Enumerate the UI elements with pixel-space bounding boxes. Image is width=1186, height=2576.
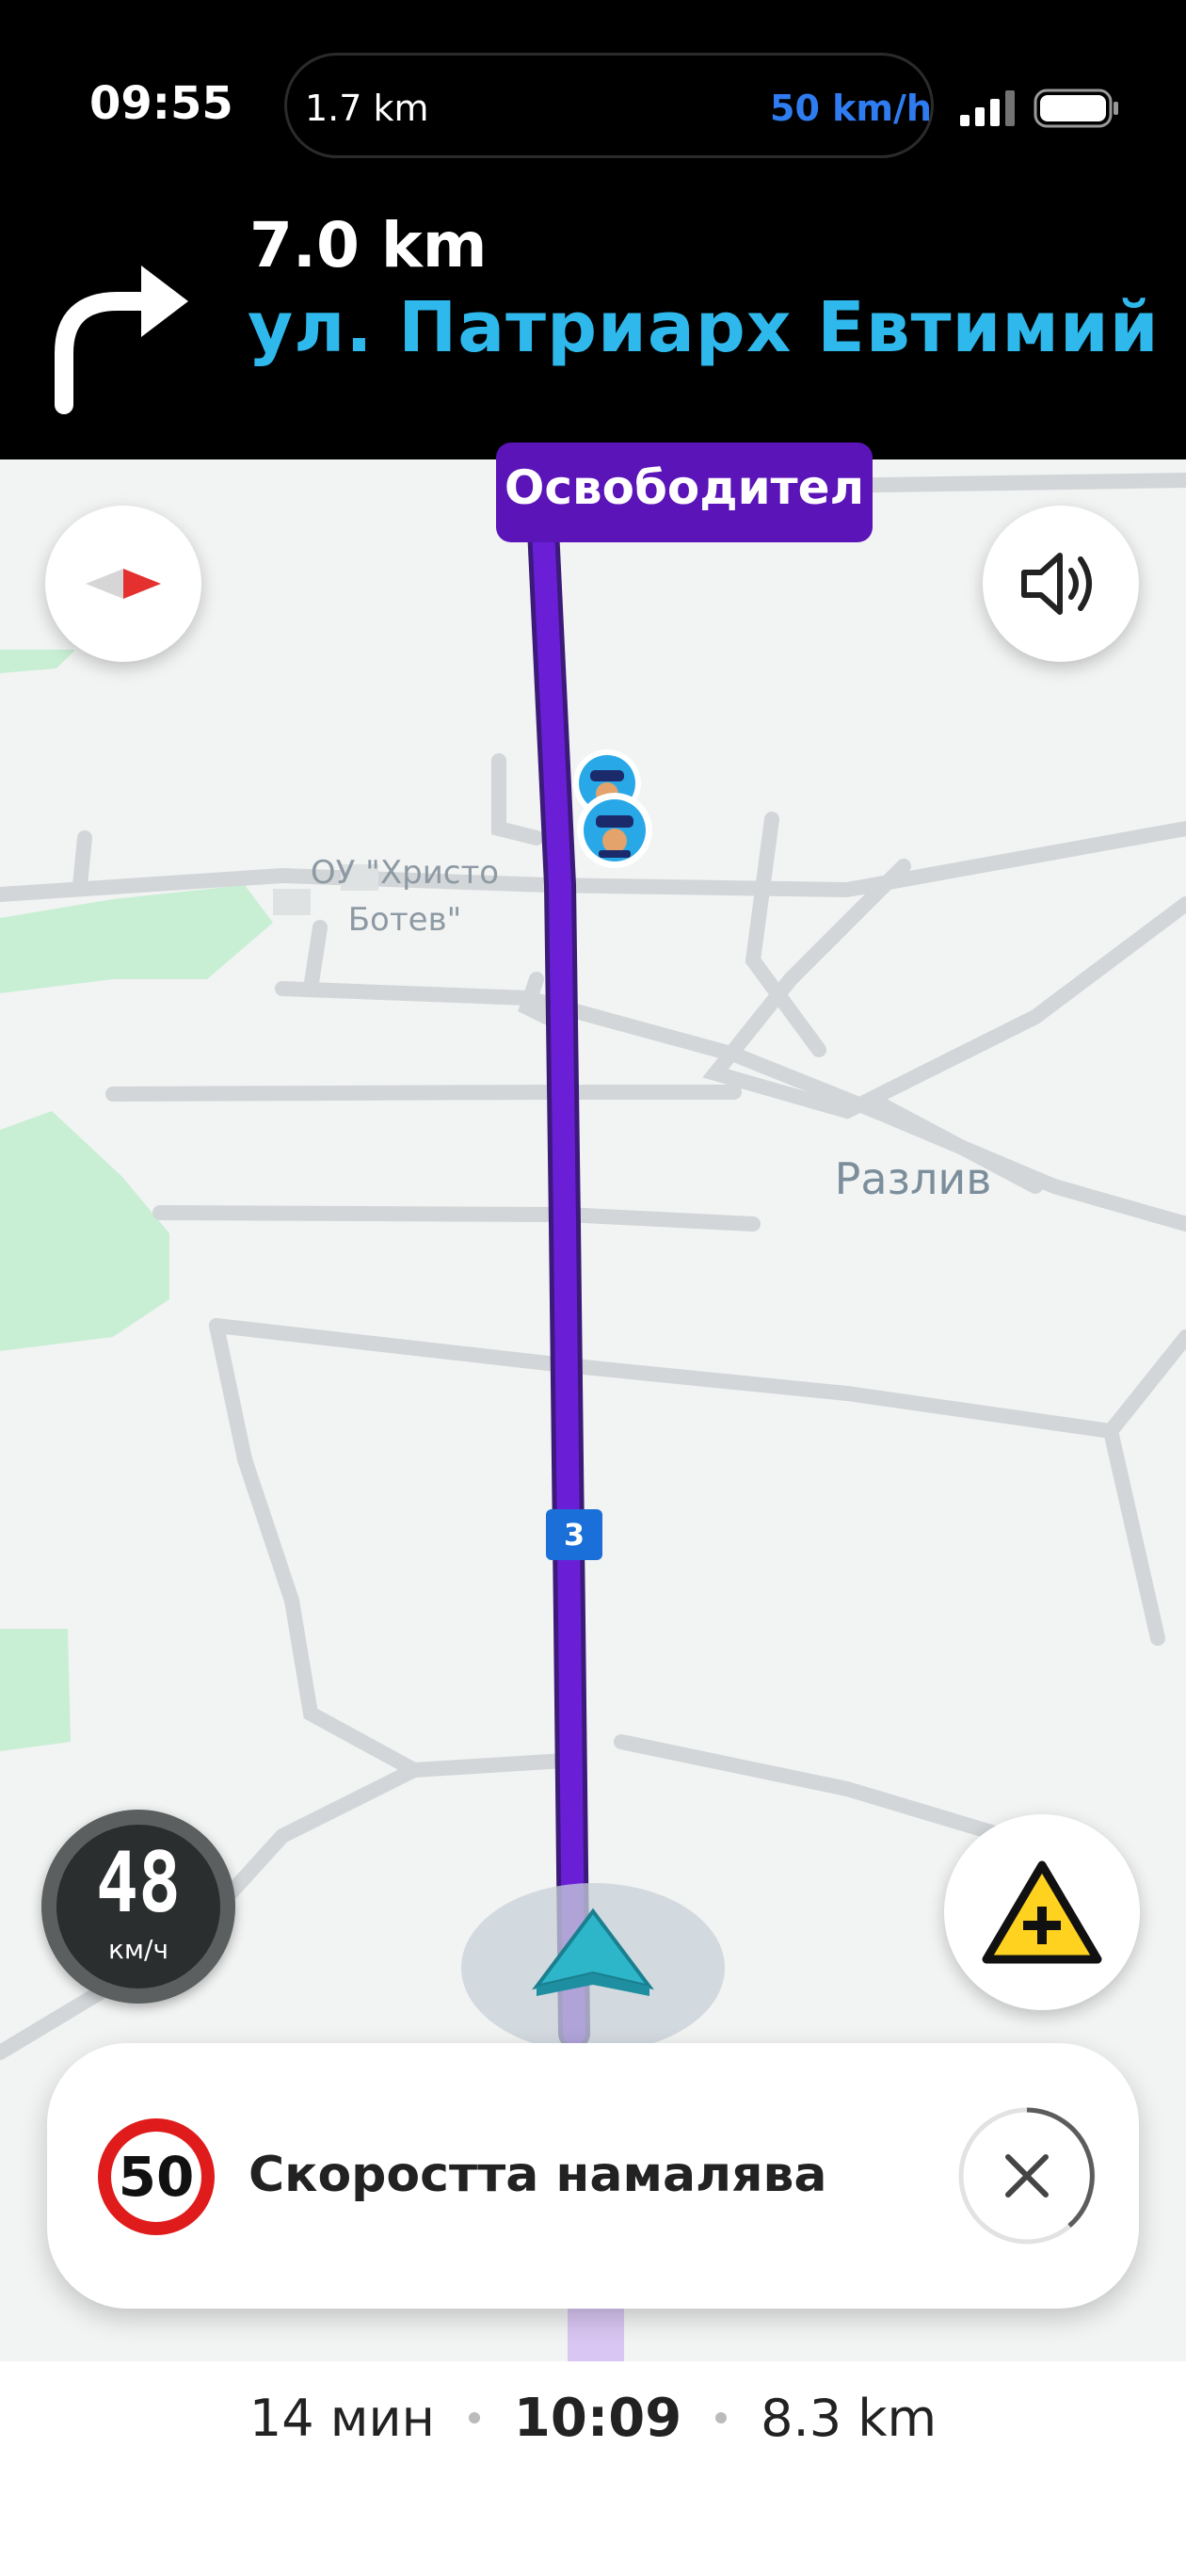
next-turn-distance: 7.0 km [249,209,488,282]
island-distance: 1.7 km [305,88,429,129]
volume-icon [1021,553,1092,615]
arrival-time: 10:09 [513,2387,682,2449]
current-street-sign: Освободител [496,443,873,542]
speed-limit-sign: 50 [98,2118,215,2235]
police-icon[interactable] [577,793,652,868]
compass-button[interactable] [45,506,201,662]
signal-icon [960,90,1015,126]
dismiss-alert-button[interactable] [956,2105,1098,2246]
next-street-name: ул. Патриарх Евтимий [248,287,1160,368]
separator-dot [468,2412,480,2423]
status-time: 09:55 [89,77,233,130]
sound-button[interactable] [983,506,1139,662]
speed-unit: км/ч [107,1934,168,1965]
trip-summary: 14 мин 10:09 8.3 km [0,2387,1186,2449]
speed-alert-card[interactable]: 50 Скоростта намалява [47,2043,1139,2309]
alert-message: Скоростта намалява [248,2147,827,2203]
speedometer: 48 км/ч [41,1810,235,2004]
turn-right-arrow-icon [55,266,188,414]
route-shield: 3 [546,1509,602,1560]
separator-dot [715,2412,728,2423]
island-speed-limit: 50 km/h [770,88,932,129]
trip-duration: 14 мин [248,2388,435,2448]
trip-distance: 8.3 km [761,2388,938,2448]
current-speed: 48 [95,1834,182,1931]
report-hazard-icon [982,1860,1102,1964]
report-hazard-button[interactable] [944,1814,1140,2010]
compass-icon [86,569,161,599]
battery-icon [1034,89,1118,128]
poi-label[interactable]: ОУ "Христо Ботев" [282,849,527,943]
town-label: Разлив [834,1153,992,1204]
